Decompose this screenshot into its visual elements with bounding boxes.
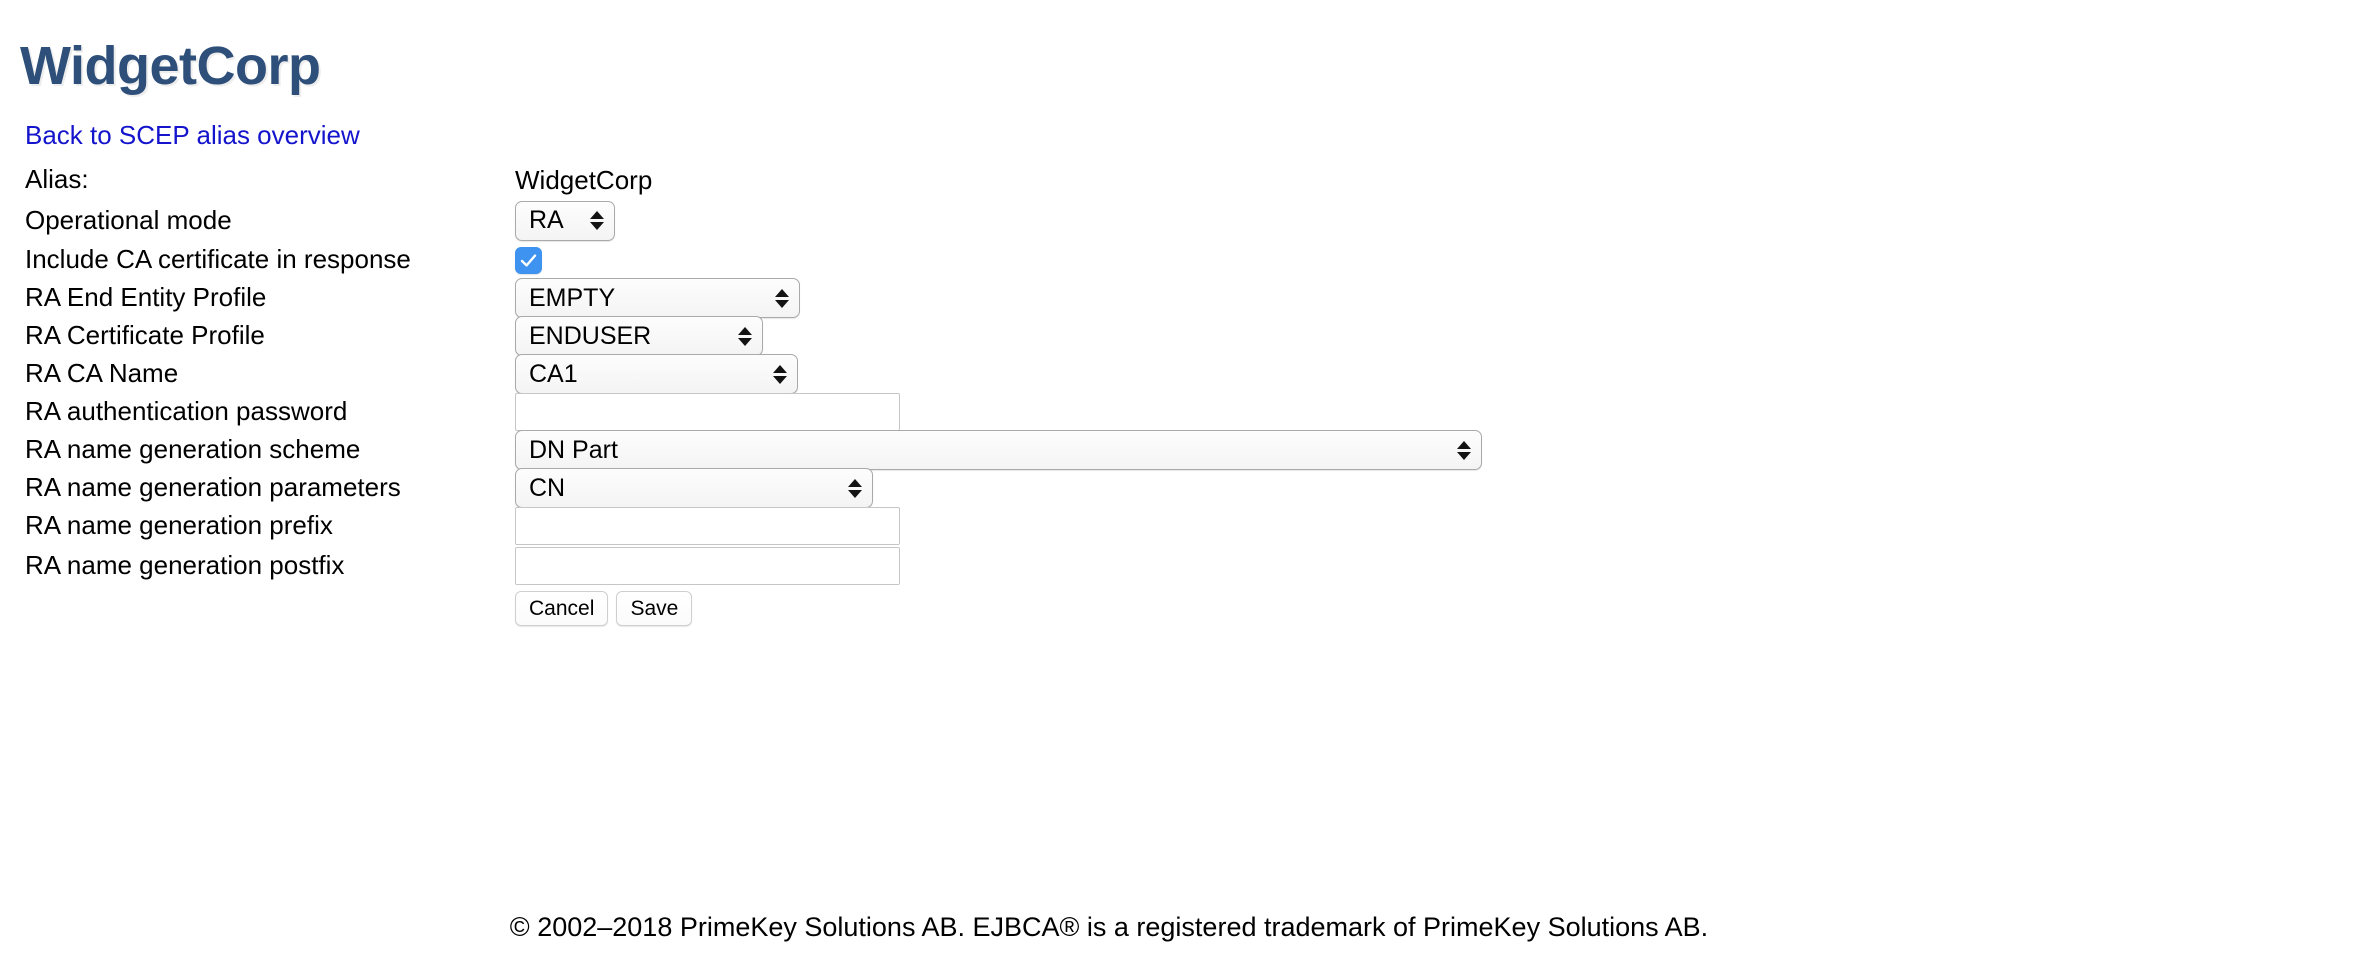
control-ra-name-generation-postfix bbox=[515, 546, 2378, 585]
ra-ca-name-select-value: CA1 bbox=[529, 359, 578, 388]
ra-certificate-profile-select[interactable]: ENDUSER bbox=[515, 316, 763, 356]
check-icon bbox=[520, 253, 537, 267]
include-ca-certificate-checkbox[interactable] bbox=[515, 246, 542, 274]
label-ra-certificate-profile: RA Certificate Profile bbox=[25, 320, 265, 351]
label-include-ca-certificate: Include CA certificate in response bbox=[25, 244, 411, 275]
label-ra-name-generation-postfix: RA name generation postfix bbox=[25, 549, 345, 580]
label-operational-mode: Operational mode bbox=[25, 204, 232, 235]
stepper-updown-icon bbox=[738, 323, 752, 349]
form-row-ra-name-generation-parameters: RA name generation parameters CN bbox=[0, 468, 2378, 508]
save-button[interactable]: Save bbox=[616, 590, 693, 626]
stepper-updown-icon bbox=[848, 475, 862, 501]
ra-name-generation-scheme-select-value: DN Part bbox=[529, 435, 618, 464]
ra-name-generation-postfix-input[interactable] bbox=[515, 546, 900, 585]
stepper-updown-icon bbox=[590, 208, 604, 234]
value-alias: WidgetCorp bbox=[515, 164, 653, 195]
control-actions: Cancel Save bbox=[515, 589, 2378, 627]
action-button-row: Cancel Save bbox=[515, 590, 693, 626]
control-ra-name-generation-scheme: DN Part bbox=[515, 430, 2378, 470]
form-row-ra-ca-name: RA CA Name CA1 bbox=[0, 354, 2378, 394]
scep-alias-form: Alias: WidgetCorp Operational mode RA In… bbox=[0, 160, 2378, 630]
ra-name-generation-scheme-select[interactable]: DN Part bbox=[515, 430, 1482, 470]
ra-name-generation-parameters-select[interactable]: CN bbox=[515, 468, 873, 508]
stepper-updown-icon bbox=[773, 361, 787, 387]
control-ra-authentication-password bbox=[515, 393, 2378, 431]
operational-mode-select[interactable]: RA bbox=[515, 200, 615, 241]
control-include-ca-certificate bbox=[515, 241, 2378, 279]
form-row-ra-end-entity-profile: RA End Entity Profile EMPTY bbox=[0, 278, 2378, 318]
ra-name-generation-parameters-select-value: CN bbox=[529, 473, 566, 502]
form-row-actions: Cancel Save bbox=[0, 586, 2378, 630]
footer: © 2002–2018 PrimeKey Solutions AB. EJBCA… bbox=[0, 912, 2378, 943]
control-ra-certificate-profile: ENDUSER bbox=[515, 316, 2378, 356]
label-ra-end-entity-profile: RA End Entity Profile bbox=[25, 282, 267, 313]
back-to-scep-alias-overview-link[interactable]: Back to SCEP alias overview bbox=[25, 120, 360, 151]
label-ra-name-generation-scheme: RA name generation scheme bbox=[25, 434, 361, 465]
page-title: WidgetCorp bbox=[20, 36, 321, 97]
ra-ca-name-select[interactable]: CA1 bbox=[515, 354, 798, 394]
control-ra-name-generation-parameters: CN bbox=[515, 468, 2378, 508]
cancel-button[interactable]: Cancel bbox=[515, 590, 609, 626]
ra-authentication-password-input[interactable] bbox=[515, 393, 900, 431]
ra-end-entity-profile-select-value: EMPTY bbox=[529, 283, 616, 312]
ra-name-generation-prefix-input[interactable] bbox=[515, 507, 900, 545]
form-row-operational-mode: Operational mode RA bbox=[0, 200, 2378, 241]
label-ra-ca-name: RA CA Name bbox=[25, 358, 179, 389]
label-ra-name-generation-parameters: RA name generation parameters bbox=[25, 472, 401, 503]
footer-copyright-text: © 2002–2018 PrimeKey Solutions AB. EJBCA… bbox=[509, 912, 1709, 942]
control-ra-name-generation-prefix bbox=[515, 507, 2378, 545]
form-row-alias: Alias: WidgetCorp bbox=[0, 160, 2378, 200]
label-ra-authentication-password: RA authentication password bbox=[25, 396, 348, 427]
form-row-ra-name-generation-postfix: RA name generation postfix bbox=[0, 545, 2378, 586]
form-row-ra-name-generation-scheme: RA name generation scheme DN Part bbox=[0, 430, 2378, 470]
form-row-include-ca-certificate: Include CA certificate in response bbox=[0, 241, 2378, 279]
stepper-updown-icon bbox=[1457, 437, 1471, 463]
form-row-ra-certificate-profile: RA Certificate Profile ENDUSER bbox=[0, 316, 2378, 356]
control-ra-end-entity-profile: EMPTY bbox=[515, 278, 2378, 318]
form-row-ra-authentication-password: RA authentication password bbox=[0, 393, 2378, 431]
stepper-updown-icon bbox=[775, 285, 789, 311]
ra-certificate-profile-select-value: ENDUSER bbox=[529, 321, 652, 350]
label-ra-name-generation-prefix: RA name generation prefix bbox=[25, 510, 333, 541]
control-alias: WidgetCorp bbox=[515, 161, 2378, 199]
operational-mode-select-value: RA bbox=[529, 206, 564, 234]
control-operational-mode: RA bbox=[515, 200, 2378, 241]
label-alias: Alias: bbox=[25, 164, 89, 195]
control-ra-ca-name: CA1 bbox=[515, 354, 2378, 394]
form-row-ra-name-generation-prefix: RA name generation prefix bbox=[0, 507, 2378, 545]
ra-end-entity-profile-select[interactable]: EMPTY bbox=[515, 278, 800, 318]
